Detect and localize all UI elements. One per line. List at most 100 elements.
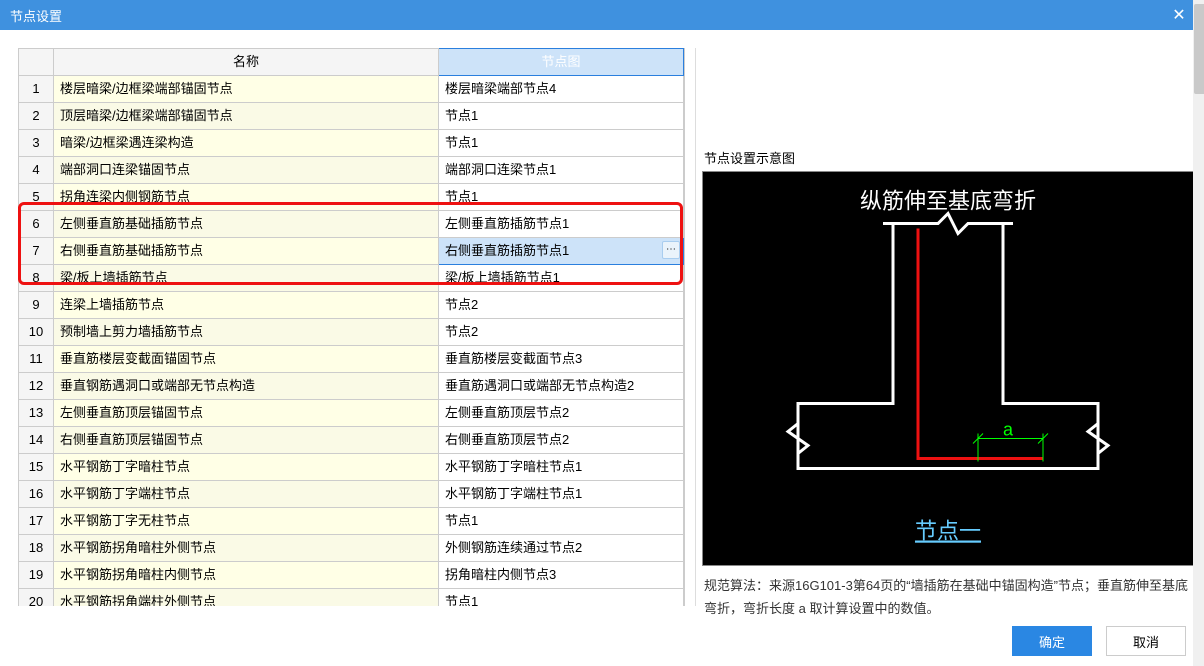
- diagram-cell[interactable]: 右侧垂直筋顶层节点2: [439, 427, 684, 454]
- diagram-cell[interactable]: 节点2: [439, 292, 684, 319]
- table-row[interactable]: 3暗梁/边框梁遇连梁构造节点1: [19, 130, 684, 157]
- diagram-cell[interactable]: 楼层暗梁端部节点4: [439, 76, 684, 103]
- name-cell[interactable]: 连梁上墙插筋节点: [54, 292, 439, 319]
- table-row[interactable]: 13左侧垂直筋顶层锚固节点左侧垂直筋顶层节点2: [19, 400, 684, 427]
- ellipsis-button[interactable]: ⋯: [662, 241, 680, 259]
- name-cell[interactable]: 水平钢筋拐角暗柱内侧节点: [54, 562, 439, 589]
- table-row[interactable]: 15水平钢筋丁字暗柱节点水平钢筋丁字暗柱节点1: [19, 454, 684, 481]
- table-row[interactable]: 2顶层暗梁/边框梁端部锚固节点节点1: [19, 103, 684, 130]
- col-header-name: 名称: [54, 49, 439, 76]
- table-row[interactable]: 1楼层暗梁/边框梁端部锚固节点楼层暗梁端部节点4: [19, 76, 684, 103]
- name-cell[interactable]: 左侧垂直筋基础插筋节点: [54, 211, 439, 238]
- table-row[interactable]: 5拐角连梁内侧钢筋节点节点1: [19, 184, 684, 211]
- diagram-cell[interactable]: 节点1: [439, 103, 684, 130]
- rebar-line: [918, 229, 1043, 459]
- name-cell[interactable]: 水平钢筋丁字暗柱节点: [54, 454, 439, 481]
- name-cell[interactable]: 梁/板上墙插筋节点: [54, 265, 439, 292]
- diagram-cell[interactable]: 垂直筋遇洞口或端部无节点构造2: [439, 373, 684, 400]
- row-number: 15: [19, 454, 54, 481]
- name-cell[interactable]: 楼层暗梁/边框梁端部锚固节点: [54, 76, 439, 103]
- close-icon[interactable]: ✕: [1164, 0, 1194, 30]
- row-number: 20: [19, 589, 54, 607]
- row-number: 6: [19, 211, 54, 238]
- table-header-row: 名称 节点图: [19, 49, 684, 76]
- preview-canvas: 纵筋伸至基底弯折 a 节点一: [702, 171, 1194, 566]
- dialog-title: 节点设置: [10, 6, 1164, 25]
- row-number: 2: [19, 103, 54, 130]
- dialog-footer: 确定 取消: [0, 616, 1204, 666]
- table-row[interactable]: 4端部洞口连梁锚固节点端部洞口连梁节点1: [19, 157, 684, 184]
- name-cell[interactable]: 水平钢筋拐角端柱外侧节点: [54, 589, 439, 607]
- diagram-cell[interactable]: 拐角暗柱内侧节点3: [439, 562, 684, 589]
- scrollbar-vertical[interactable]: [1193, 0, 1204, 666]
- name-cell[interactable]: 右侧垂直筋基础插筋节点: [54, 238, 439, 265]
- ok-button[interactable]: 确定: [1012, 626, 1092, 656]
- name-cell[interactable]: 垂直筋楼层变截面锚固节点: [54, 346, 439, 373]
- diagram-cell[interactable]: 节点1: [439, 589, 684, 607]
- table-row[interactable]: 10预制墙上剪力墙插筋节点节点2: [19, 319, 684, 346]
- table-pane: 名称 节点图 1楼层暗梁/边框梁端部锚固节点楼层暗梁端部节点42顶层暗梁/边框梁…: [18, 48, 685, 606]
- diagram-cell[interactable]: 节点1: [439, 184, 684, 211]
- diagram-cell[interactable]: 外侧钢筋连续通过节点2: [439, 535, 684, 562]
- table-row[interactable]: 9连梁上墙插筋节点节点2: [19, 292, 684, 319]
- diagram-cell[interactable]: 垂直筋楼层变截面节点3: [439, 346, 684, 373]
- diagram-cell[interactable]: 节点2: [439, 319, 684, 346]
- row-number: 11: [19, 346, 54, 373]
- name-cell[interactable]: 水平钢筋丁字无柱节点: [54, 508, 439, 535]
- diagram-cell[interactable]: 水平钢筋丁字暗柱节点1: [439, 454, 684, 481]
- diagram-cell[interactable]: 水平钢筋丁字端柱节点1: [439, 481, 684, 508]
- name-cell[interactable]: 水平钢筋拐角暗柱外侧节点: [54, 535, 439, 562]
- scrollbar-thumb[interactable]: [1194, 4, 1204, 94]
- row-number: 14: [19, 427, 54, 454]
- name-cell[interactable]: 顶层暗梁/边框梁端部锚固节点: [54, 103, 439, 130]
- table-row[interactable]: 12垂直钢筋遇洞口或端部无节点构造垂直筋遇洞口或端部无节点构造2: [19, 373, 684, 400]
- diagram-cell[interactable]: 左侧垂直筋插筋节点1: [439, 211, 684, 238]
- row-number: 3: [19, 130, 54, 157]
- table-row[interactable]: 7右侧垂直筋基础插筋节点右侧垂直筋插筋节点1⋯: [19, 238, 684, 265]
- table-row[interactable]: 19水平钢筋拐角暗柱内侧节点拐角暗柱内侧节点3: [19, 562, 684, 589]
- name-cell[interactable]: 左侧垂直筋顶层锚固节点: [54, 400, 439, 427]
- row-number: 17: [19, 508, 54, 535]
- preview-pane: 节点设置示意图 纵筋伸至基底弯折 a: [695, 48, 1194, 606]
- title-bar: 节点设置 ✕: [0, 0, 1204, 30]
- name-cell[interactable]: 端部洞口连梁锚固节点: [54, 157, 439, 184]
- table-row[interactable]: 6左侧垂直筋基础插筋节点左侧垂直筋插筋节点1: [19, 211, 684, 238]
- row-number: 16: [19, 481, 54, 508]
- row-number: 4: [19, 157, 54, 184]
- name-cell[interactable]: 暗梁/边框梁遇连梁构造: [54, 130, 439, 157]
- diagram-cell[interactable]: 节点1: [439, 130, 684, 157]
- table-row[interactable]: 8梁/板上墙插筋节点梁/板上墙插筋节点1: [19, 265, 684, 292]
- name-cell[interactable]: 拐角连梁内侧钢筋节点: [54, 184, 439, 211]
- cancel-button[interactable]: 取消: [1106, 626, 1186, 656]
- node-table: 名称 节点图 1楼层暗梁/边框梁端部锚固节点楼层暗梁端部节点42顶层暗梁/边框梁…: [18, 48, 684, 606]
- section-outline: [798, 224, 1098, 469]
- name-cell[interactable]: 垂直钢筋遇洞口或端部无节点构造: [54, 373, 439, 400]
- row-number: 10: [19, 319, 54, 346]
- diagram-link[interactable]: 节点一: [915, 519, 981, 544]
- diagram-caption: 纵筋伸至基底弯折: [860, 189, 1036, 214]
- row-number: 19: [19, 562, 54, 589]
- table-row[interactable]: 17水平钢筋丁字无柱节点节点1: [19, 508, 684, 535]
- name-cell[interactable]: 预制墙上剪力墙插筋节点: [54, 319, 439, 346]
- table-row[interactable]: 16水平钢筋丁字端柱节点水平钢筋丁字端柱节点1: [19, 481, 684, 508]
- row-number: 12: [19, 373, 54, 400]
- table-row[interactable]: 18水平钢筋拐角暗柱外侧节点外侧钢筋连续通过节点2: [19, 535, 684, 562]
- row-number: 13: [19, 400, 54, 427]
- name-cell[interactable]: 右侧垂直筋顶层锚固节点: [54, 427, 439, 454]
- break-line-top: [883, 214, 1013, 234]
- dim-label: a: [1003, 420, 1014, 440]
- diagram-cell[interactable]: 节点1: [439, 508, 684, 535]
- preview-title: 节点设置示意图: [702, 48, 1194, 171]
- row-number: 7: [19, 238, 54, 265]
- diagram-cell[interactable]: 左侧垂直筋顶层节点2: [439, 400, 684, 427]
- diagram-cell[interactable]: 梁/板上墙插筋节点1: [439, 265, 684, 292]
- diagram-cell[interactable]: 右侧垂直筋插筋节点1⋯: [439, 238, 684, 265]
- col-header-diagram[interactable]: 节点图: [439, 49, 684, 76]
- name-cell[interactable]: 水平钢筋丁字端柱节点: [54, 481, 439, 508]
- diagram-cell[interactable]: 端部洞口连梁节点1: [439, 157, 684, 184]
- row-number: 8: [19, 265, 54, 292]
- table-row[interactable]: 14右侧垂直筋顶层锚固节点右侧垂直筋顶层节点2: [19, 427, 684, 454]
- table-row[interactable]: 20水平钢筋拐角端柱外侧节点节点1: [19, 589, 684, 607]
- row-number: 1: [19, 76, 54, 103]
- table-row[interactable]: 11垂直筋楼层变截面锚固节点垂直筋楼层变截面节点3: [19, 346, 684, 373]
